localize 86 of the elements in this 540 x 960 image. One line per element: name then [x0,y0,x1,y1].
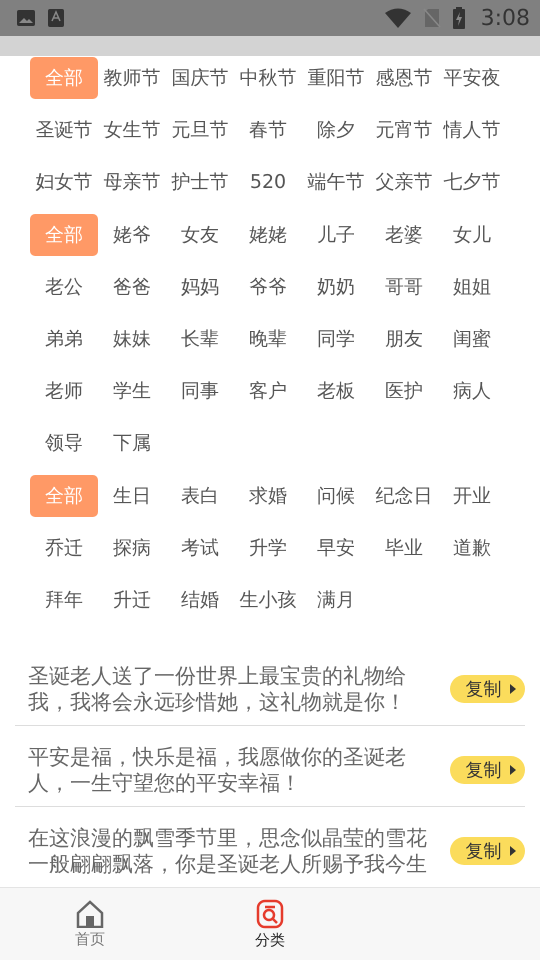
image-icon [16,8,36,28]
filter-tag[interactable]: 客户 [234,370,302,412]
greeting-text: 圣诞老人送了一份世界上最宝贵的礼物给我，我将会永远珍惜她，这礼物就是你！ [28,663,407,715]
font-icon [48,8,66,28]
filter-tag[interactable]: 女儿 [438,214,506,256]
filter-tag[interactable]: 开业 [438,475,506,517]
caret-icon [510,765,516,775]
filter-tag[interactable]: 护士节 [166,161,234,203]
filter-tag[interactable]: 爸爸 [98,266,166,308]
filter-tag[interactable]: 弟弟 [30,318,98,360]
filter-tag[interactable]: 同学 [302,318,370,360]
filter-tag[interactable]: 晚辈 [234,318,302,360]
filter-tag[interactable]: 结婚 [166,579,234,621]
filter-tag[interactable]: 长辈 [166,318,234,360]
filter-tag[interactable]: 求婚 [234,475,302,517]
caret-icon [510,684,516,694]
filter-tag[interactable]: 探病 [98,527,166,569]
copy-button[interactable]: 复制 [450,756,525,784]
filter-tag[interactable]: 端午节 [302,161,370,203]
filter-tag[interactable]: 医护 [370,370,438,412]
filter-tag[interactable]: 哥哥 [370,266,438,308]
filter-tag[interactable]: 女生节 [98,109,166,151]
filter-tag[interactable]: 拜年 [30,579,98,621]
filter-tag[interactable]: 下属 [98,422,166,464]
greeting-text: 在这浪漫的飘雪季节里，思念似晶莹的雪花一般翩翩飘落，你是圣诞老人所赐予我今生 [28,825,428,877]
filter-tag[interactable]: 老师 [30,370,98,412]
filter-tag[interactable]: 国庆节 [166,57,234,99]
filter-tag[interactable]: 乔迁 [30,527,98,569]
caret-icon [510,846,516,856]
filter-tag[interactable]: 表白 [166,475,234,517]
home-icon [75,900,105,928]
filter-tag[interactable]: 病人 [438,370,506,412]
filter-tag[interactable]: 朋友 [370,318,438,360]
wifi-icon [384,8,411,28]
filter-tag[interactable]: 儿子 [302,214,370,256]
filter-tag[interactable]: 领导 [30,422,98,464]
filter-tag[interactable]: 同事 [166,370,234,412]
filter-tag[interactable]: 闺蜜 [438,318,506,360]
filter-tag[interactable]: 母亲节 [98,161,166,203]
filter-tag[interactable]: 爷爷 [234,266,302,308]
filter-tag[interactable]: 早安 [302,527,370,569]
filter-tag[interactable]: 生日 [98,475,166,517]
filter-tag[interactable]: 学生 [98,370,166,412]
filter-tag[interactable]: 520 [234,161,302,203]
filter-tag[interactable]: 情人节 [438,109,506,151]
clock-time: 3:08 [480,6,530,30]
filter-tag[interactable]: 姐姐 [438,266,506,308]
no-sim-icon [422,8,441,28]
filter-tag[interactable]: 老婆 [370,214,438,256]
nav-tab[interactable]: 分类 [180,888,360,960]
filter-tag[interactable]: 平安夜 [438,57,506,99]
filter-tag[interactable]: 满月 [302,579,370,621]
filter-tag[interactable]: 中秋节 [234,57,302,99]
filter-tag[interactable]: 姥姥 [234,214,302,256]
filter-tag[interactable]: 老板 [302,370,370,412]
filter-tag[interactable]: 纪念日 [370,475,438,517]
greeting-text: 平安是福，快乐是福，我愿做你的圣诞老人，一生守望您的平安幸福！ [28,744,407,796]
filter-tag[interactable]: 感恩节 [370,57,438,99]
filter-tag[interactable]: 元宵节 [370,109,438,151]
filter-tag[interactable]: 老公 [30,266,98,308]
battery-icon [452,7,465,29]
search-icon [256,898,284,928]
filter-tag[interactable]: 毕业 [370,527,438,569]
copy-button[interactable]: 复制 [450,675,525,703]
copy-button[interactable]: 复制 [450,837,525,865]
filter-tag[interactable]: 七夕节 [438,161,506,203]
filter-tag[interactable]: 教师节 [98,57,166,99]
filter-tag[interactable]: 姥爷 [98,214,166,256]
filter-tag[interactable]: 问候 [302,475,370,517]
filter-tag[interactable]: 道歉 [438,527,506,569]
filter-tag[interactable]: 圣诞节 [30,109,98,151]
filter-tag[interactable]: 考试 [166,527,234,569]
filter-tag[interactable]: 元旦节 [166,109,234,151]
filter-tag[interactable]: 升学 [234,527,302,569]
filter-tag[interactable]: 奶奶 [302,266,370,308]
filter-tag[interactable]: 父亲节 [370,161,438,203]
filter-tag[interactable]: 女友 [166,214,234,256]
filter-tag[interactable]: 生小孩 [234,579,302,621]
filter-tag[interactable]: 妹妹 [98,318,166,360]
nav-tab[interactable]: 首页 [0,888,180,960]
filter-tag[interactable]: 春节 [234,109,302,151]
filter-tag[interactable]: 除夕 [302,109,370,151]
filter-tag[interactable]: 妇女节 [30,161,98,203]
filter-tag[interactable]: 妈妈 [166,266,234,308]
filter-tag[interactable]: 重阳节 [302,57,370,99]
filter-tag[interactable]: 升迁 [98,579,166,621]
